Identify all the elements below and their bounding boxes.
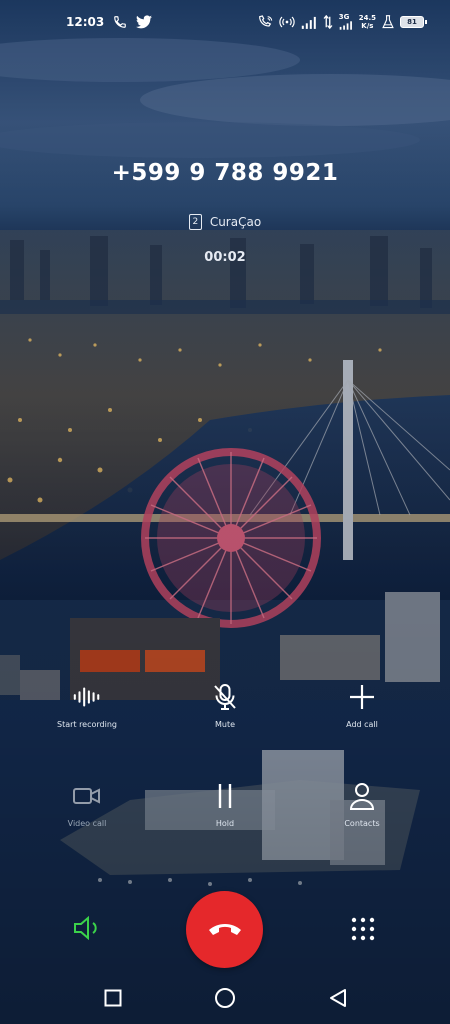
call-duration: 00:02: [204, 250, 246, 265]
mute-label: Mute: [214, 720, 236, 729]
battery-level: 81: [407, 18, 417, 26]
speaker-icon: [73, 915, 103, 944]
speed-value: 24.5: [358, 14, 376, 22]
wallpaper-city-night: [0, 0, 450, 1024]
dialpad-button[interactable]: [346, 914, 380, 948]
contacts-button[interactable]: Contacts: [302, 781, 422, 828]
home-button[interactable]: [211, 986, 239, 1014]
network-speed: 24.5 K/s: [359, 14, 376, 30]
flask-icon: [382, 14, 394, 30]
data-arrows-icon: [323, 14, 333, 30]
hold-label: Hold: [215, 819, 235, 828]
network-label: 3G: [338, 13, 350, 21]
add-call-label: Add call: [346, 720, 378, 729]
wifi-call-icon: [257, 14, 273, 30]
pause-icon: [210, 781, 240, 811]
battery-indicator: 81: [400, 16, 427, 28]
dialpad-icon: [350, 916, 376, 946]
caller-location: 2 CuraÇao: [0, 214, 450, 230]
contacts-label: Contacts: [344, 819, 380, 828]
mic-off-icon: [210, 682, 240, 712]
add-call-button[interactable]: Add call: [302, 682, 422, 729]
recents-square-icon: [104, 989, 122, 1011]
plus-icon: [347, 682, 377, 712]
hotspot-icon: [279, 14, 295, 30]
mute-button[interactable]: Mute: [165, 682, 285, 729]
sim-slot-number: 2: [192, 217, 199, 227]
caller-region: CuraÇao: [209, 215, 262, 229]
recents-button[interactable]: [99, 986, 127, 1014]
home-circle-icon: [214, 987, 236, 1013]
end-call-button[interactable]: [186, 891, 263, 968]
status-time: 12:03: [66, 15, 105, 29]
signal-3g-icon: 3G: [339, 14, 353, 30]
video-call-button[interactable]: Video call: [27, 781, 147, 828]
twitter-icon: [136, 14, 153, 30]
status-bar: 12:03 3G 24.5 K/s 81: [0, 0, 450, 44]
hold-button[interactable]: Hold: [165, 781, 285, 828]
person-icon: [347, 781, 377, 811]
back-button[interactable]: [324, 986, 352, 1014]
caller-number: +599 9 788 9921: [111, 160, 339, 186]
signal-icon: [301, 14, 317, 30]
start-recording-label: Start recording: [56, 720, 117, 729]
sim-slot-icon: 2: [188, 214, 202, 230]
video-call-label: Video call: [67, 819, 107, 828]
phone-icon: [113, 14, 127, 30]
start-recording-button[interactable]: Start recording: [27, 682, 147, 729]
video-camera-icon: [72, 781, 102, 811]
back-triangle-icon: [329, 988, 347, 1012]
speed-unit: K/s: [361, 22, 374, 30]
waveform-icon: [72, 682, 102, 712]
hang-up-icon: [207, 919, 243, 941]
speaker-button[interactable]: [72, 915, 104, 944]
navigation-bar: [0, 976, 450, 1024]
